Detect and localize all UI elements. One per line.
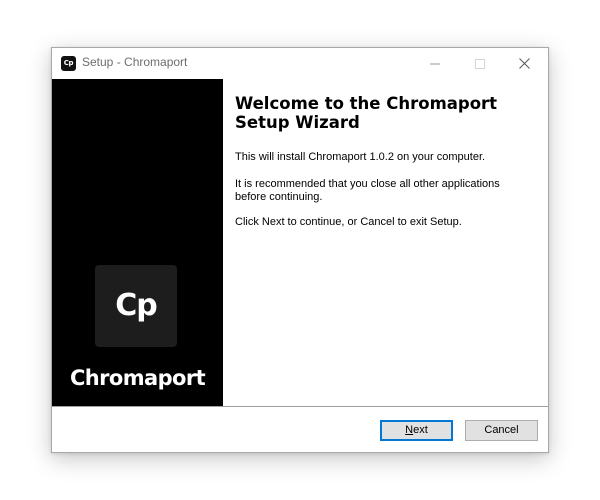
title-bar[interactable]: Cp Setup - Chromaport xyxy=(52,48,548,79)
minimize-icon xyxy=(429,54,440,73)
minimize-button[interactable] xyxy=(412,48,457,78)
cancel-button[interactable]: Cancel xyxy=(465,420,538,441)
app-icon: Cp xyxy=(61,56,76,71)
setup-wizard-window: Cp Setup - Chromaport Cp Chromaport Welc… xyxy=(51,47,549,453)
maximize-button xyxy=(457,48,502,78)
install-info-text: This will install Chromaport 1.0.2 on yo… xyxy=(235,151,486,163)
welcome-heading: Welcome to the Chromaport Setup Wizard xyxy=(235,94,498,132)
close-apps-text: It is recommended that you close all oth… xyxy=(235,178,500,203)
wizard-side-panel: Cp Chromaport xyxy=(52,79,223,406)
next-mnemonic: N xyxy=(405,424,414,436)
welcome-content: Welcome to the Chromaport Setup Wizard T… xyxy=(235,94,535,228)
brand-name: Chromaport xyxy=(69,366,206,390)
instructions-text: Click Next to continue, or Cancel to exi… xyxy=(235,216,462,228)
chromaport-logo: Cp xyxy=(95,265,177,347)
next-label-rest: ext xyxy=(413,424,428,436)
next-button[interactable]: Next xyxy=(380,420,453,441)
maximize-icon xyxy=(474,54,485,73)
wizard-footer: Next Cancel xyxy=(52,407,548,452)
close-button[interactable] xyxy=(502,48,547,78)
window-title: Setup - Chromaport xyxy=(82,55,188,69)
close-icon xyxy=(519,54,530,73)
